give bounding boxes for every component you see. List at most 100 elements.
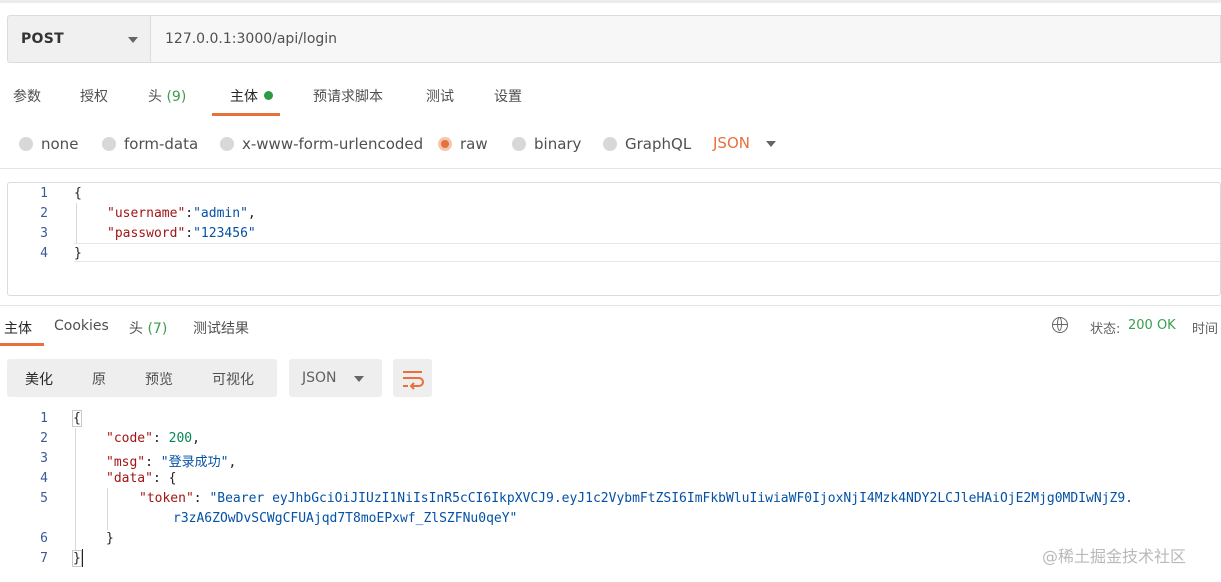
active-tab-underline xyxy=(0,343,44,346)
tab-body[interactable]: 主体 xyxy=(230,86,273,106)
radio-form-data[interactable]: form-data xyxy=(102,130,198,158)
code-line-password: "password":"123456" xyxy=(107,226,256,241)
response-tab-headers[interactable]: 头 (7) xyxy=(129,318,167,338)
url-input[interactable]: 127.0.0.1:3000/api/login xyxy=(150,15,1221,63)
chevron-down-icon xyxy=(128,37,138,43)
view-preview-button[interactable]: 预览 xyxy=(145,369,173,389)
tab-headers-count: (9) xyxy=(166,89,187,105)
response-tab-cookies-label: Cookies xyxy=(54,318,109,334)
code-line-username: "username":"admin", xyxy=(107,206,256,221)
response-format-select[interactable]: JSON xyxy=(289,359,382,397)
json-string: "Bearer eyJhbGciOiJIUzI1NiIsInR5cCI6IkpX… xyxy=(209,491,1133,506)
code-brace: { xyxy=(72,410,82,427)
response-headers-count: (7) xyxy=(147,321,168,337)
tab-headers[interactable]: 头 (9) xyxy=(148,86,186,106)
json-key: "token" xyxy=(139,491,194,506)
line-number: 2 xyxy=(40,206,48,221)
line-number: 7 xyxy=(40,551,48,566)
tab-body-label: 主体 xyxy=(230,89,258,105)
method-label: POST xyxy=(21,31,64,47)
radio-none-label: none xyxy=(41,135,79,153)
tab-settings-label: 设置 xyxy=(494,89,522,105)
wrap-lines-icon xyxy=(403,371,424,390)
active-tab-underline xyxy=(212,113,280,116)
globe-icon[interactable] xyxy=(1052,317,1068,333)
tab-prerequest-label: 预请求脚本 xyxy=(313,89,383,105)
response-tabs: 主体 Cookies 头 (7) 测试结果 xyxy=(0,316,1221,346)
line-number: 6 xyxy=(40,531,48,546)
request-body-editor[interactable]: 1 2 3 4 { "username":"admin", "password"… xyxy=(7,182,1221,296)
chevron-down-icon xyxy=(354,376,364,382)
radio-circle xyxy=(19,137,33,151)
body-type-selector: none form-data x-www-form-urlencoded raw… xyxy=(0,130,1221,158)
line-number: 3 xyxy=(40,451,48,466)
view-visualize-button[interactable]: 可视化 xyxy=(212,369,254,389)
radio-circle xyxy=(512,137,526,151)
request-bar: POST 127.0.0.1:3000/api/login xyxy=(7,15,1221,63)
response-view-group: 美化 原 预览 可视化 xyxy=(7,359,277,397)
line-number: 5 xyxy=(40,491,48,506)
watermark: @稀土掘金技术社区 xyxy=(1042,547,1187,566)
tab-auth-label: 授权 xyxy=(80,89,108,105)
response-tab-cookies[interactable]: Cookies xyxy=(54,318,109,334)
radio-urlencoded-label: x-www-form-urlencoded xyxy=(242,135,424,153)
divider xyxy=(0,168,1221,169)
line-number: 4 xyxy=(40,471,48,486)
json-key: "password" xyxy=(107,226,186,241)
divider xyxy=(0,305,1221,306)
tab-auth[interactable]: 授权 xyxy=(80,86,108,106)
indent-guide xyxy=(75,428,76,550)
code-brace: { xyxy=(74,186,82,201)
radio-none[interactable]: none xyxy=(19,130,78,158)
response-body-viewer[interactable]: 1 2 3 4 5 6 7 { "code": 200, "msg": "登录成… xyxy=(0,408,1221,582)
tab-settings[interactable]: 设置 xyxy=(494,86,522,106)
current-line-highlight xyxy=(74,243,1220,244)
radio-raw-label: raw xyxy=(460,135,488,153)
code-brace: } xyxy=(106,531,114,546)
top-border xyxy=(0,0,1221,3)
code-line-token: "token": "Bearer eyJhbGciOiJIUzI1NiIsInR… xyxy=(139,491,1133,506)
response-tab-body[interactable]: 主体 xyxy=(4,318,32,338)
wrap-lines-button[interactable] xyxy=(393,359,432,397)
view-raw-button[interactable]: 原 xyxy=(92,369,106,389)
radio-binary[interactable]: binary xyxy=(512,130,581,158)
text-cursor xyxy=(82,549,83,567)
response-format-label: JSON xyxy=(302,370,337,386)
radio-circle xyxy=(603,137,617,151)
response-tab-body-label: 主体 xyxy=(4,321,32,337)
url-text: 127.0.0.1:3000/api/login xyxy=(165,31,338,47)
line-number: 1 xyxy=(40,186,48,201)
line-number: 3 xyxy=(40,226,48,241)
tab-tests-label: 测试 xyxy=(426,89,454,105)
radio-graphql-label: GraphQL xyxy=(625,135,692,153)
code-line-msg: "msg": "登录成功", xyxy=(106,455,237,470)
indent-guide xyxy=(76,203,77,243)
line-number: 4 xyxy=(40,246,48,261)
code-line-data: "data": { xyxy=(106,471,177,486)
raw-format-select[interactable]: JSON xyxy=(713,134,750,152)
json-key: "msg" xyxy=(106,455,146,470)
json-key: "code" xyxy=(106,431,153,446)
status-value: 200 OK xyxy=(1128,318,1176,333)
radio-graphql[interactable]: GraphQL xyxy=(603,130,691,158)
json-string: "admin" xyxy=(193,206,248,221)
method-select[interactable]: POST xyxy=(7,15,150,63)
response-tab-test-results[interactable]: 测试结果 xyxy=(193,318,249,338)
radio-urlencoded[interactable]: x-www-form-urlencoded xyxy=(220,130,423,158)
line-number: 2 xyxy=(40,431,48,446)
code-brace: } xyxy=(72,550,82,567)
json-string: "123456" xyxy=(193,226,256,241)
current-line-highlight xyxy=(74,261,1220,262)
radio-binary-label: binary xyxy=(534,135,582,153)
tab-headers-label: 头 xyxy=(148,89,162,105)
tab-prerequest-script[interactable]: 预请求脚本 xyxy=(313,86,383,106)
chevron-down-icon[interactable] xyxy=(766,141,776,147)
view-pretty-button[interactable]: 美化 xyxy=(25,369,53,389)
active-indicator-dot xyxy=(264,91,273,100)
json-key: "data" xyxy=(106,471,153,486)
radio-raw[interactable]: raw xyxy=(438,130,488,158)
radio-circle-selected xyxy=(438,137,452,151)
tab-params[interactable]: 参数 xyxy=(13,86,41,106)
json-key: "username" xyxy=(107,206,186,221)
tab-tests[interactable]: 测试 xyxy=(426,86,454,106)
